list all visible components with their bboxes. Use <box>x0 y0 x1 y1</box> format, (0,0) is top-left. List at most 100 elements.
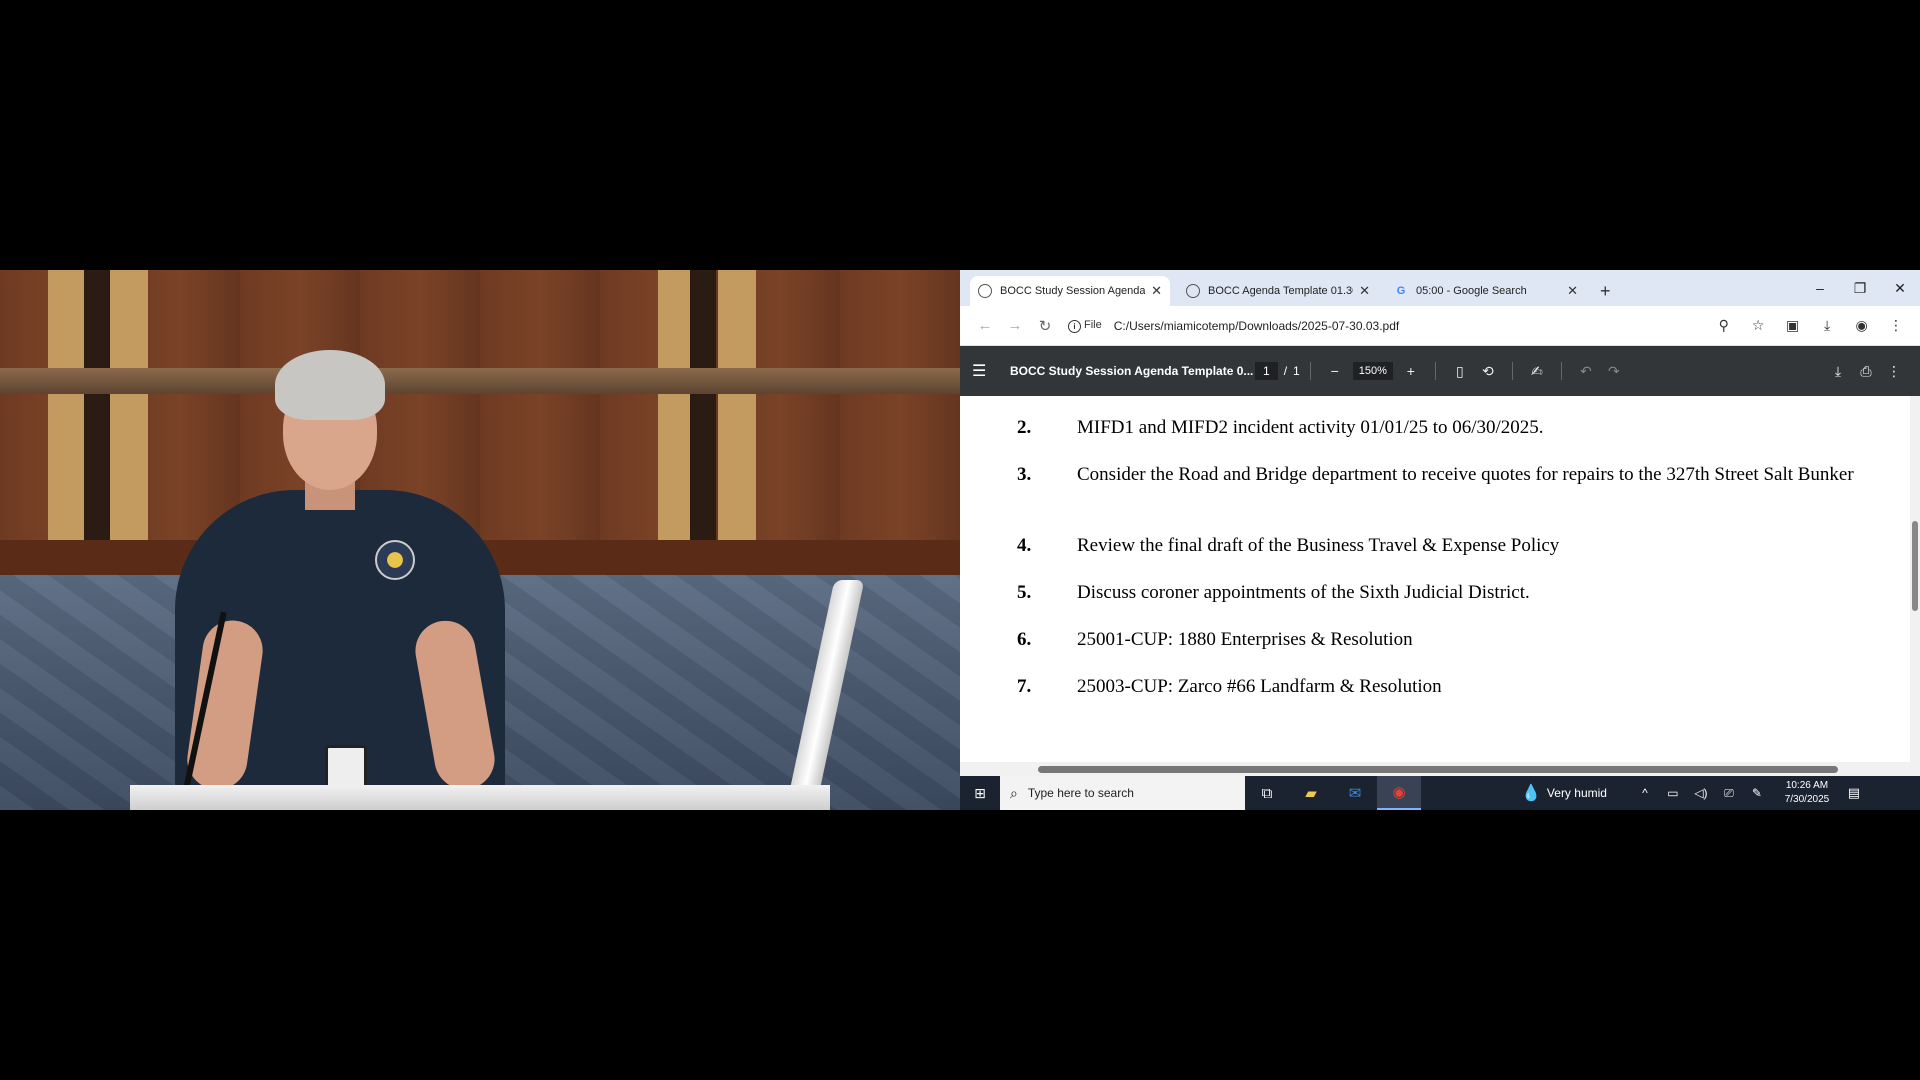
pdf-actions: ⤓ ⎙ ⋮ <box>1824 363 1908 380</box>
shared-screen: BOCC Study Session Agenda Te ✕ BOCC Agen… <box>960 270 1920 810</box>
page-number-input[interactable]: 1 <box>1255 362 1278 380</box>
tab-bocc-study-session[interactable]: BOCC Study Session Agenda Te ✕ <box>970 276 1170 306</box>
agenda-item: 5. Discuss coroner appointments of the S… <box>1017 581 1877 605</box>
agenda-item: 2. MIFD1 and MIFD2 incident activity 01/… <box>1017 416 1877 440</box>
agenda-item: 4. Review the final draft of the Busines… <box>1017 534 1877 558</box>
shirt-logo <box>375 540 415 580</box>
notifications-icon[interactable]: ▤ <box>1837 785 1871 801</box>
item-number: 2. <box>1017 417 1032 438</box>
item-number: 7. <box>1017 676 1032 697</box>
volume-icon[interactable]: ◁) <box>1687 786 1715 801</box>
outlook-icon[interactable]: ✉ <box>1333 776 1377 810</box>
more-menu-icon[interactable]: ⋮ <box>1882 317 1910 334</box>
sidepanel-icon[interactable]: ▣ <box>1779 317 1807 334</box>
item-text: MIFD1 and MIFD2 incident activity 01/01/… <box>1077 417 1544 438</box>
window-controls: – ❐ ✕ <box>1800 270 1920 306</box>
agenda-item: 7. 25003-CUP: Zarco #66 Landfarm & Resol… <box>1017 675 1877 699</box>
clock-date: 7/30/2025 <box>1784 794 1830 805</box>
address-bar: ← → ↻ i File C:/Users/miamicotemp/Downloa… <box>960 306 1920 346</box>
agenda-item: 6. 25001-CUP: 1880 Enterprises & Resolut… <box>1017 628 1877 652</box>
tab-label: 05:00 - Google Search <box>1416 285 1527 297</box>
wall-panel-dark <box>84 270 110 540</box>
annotate-icon[interactable]: ✍ <box>1523 363 1551 380</box>
divider <box>1511 362 1513 380</box>
task-view-icon[interactable]: ⧉ <box>1245 776 1289 810</box>
tab-label: BOCC Agenda Template 01.30. <box>1208 285 1353 297</box>
chrome-icon[interactable]: ◉ <box>1377 776 1421 810</box>
page-total: 1 <box>1293 364 1300 378</box>
restore-icon[interactable]: ❐ <box>1840 270 1880 306</box>
pdf-download-icon[interactable]: ⤓ <box>1824 363 1852 380</box>
pdf-more-icon[interactable]: ⋮ <box>1880 363 1908 380</box>
google-icon: G <box>1396 285 1406 297</box>
new-tab-button[interactable]: + <box>1600 276 1611 306</box>
wall-panel <box>718 270 756 570</box>
rotate-icon[interactable]: ⟲ <box>1474 363 1502 380</box>
file-explorer-icon[interactable]: ▰ <box>1289 776 1333 810</box>
clock[interactable]: 10:26 AM 7/30/2025 <box>1777 779 1837 807</box>
item-text: Review the final draft of the Business T… <box>1077 535 1560 556</box>
address-bar-actions: ⚲ ☆ ▣ ⤓ ◉ ⋮ <box>1708 317 1910 335</box>
profile-icon[interactable]: ◉ <box>1848 317 1876 334</box>
zoom-level-input[interactable]: 150% <box>1352 362 1393 380</box>
info-icon: i <box>1068 319 1081 333</box>
vertical-scrollbar[interactable] <box>1910 396 1920 776</box>
taskbar-search-input[interactable]: ⌕ Type here to search <box>1000 776 1245 810</box>
reload-icon[interactable]: ↻ <box>1030 317 1060 335</box>
weather-widget[interactable]: 💧 Very humid <box>1521 783 1607 803</box>
redo-icon[interactable]: ↷ <box>1600 363 1628 380</box>
search-icon: ⌕ <box>1010 784 1018 801</box>
menu-icon[interactable]: ☰ <box>972 361 1002 381</box>
minimize-icon[interactable]: – <box>1800 270 1840 306</box>
wall-panel-dark <box>690 270 716 540</box>
fit-page-icon[interactable]: ▯ <box>1446 363 1474 380</box>
scheme-label: File <box>1084 318 1102 331</box>
tab-bocc-agenda-template[interactable]: BOCC Agenda Template 01.30. ✕ <box>1178 276 1378 306</box>
wall-panel <box>110 270 148 570</box>
water-drop-icon: 💧 <box>1521 785 1541 802</box>
bookmark-star-icon[interactable]: ☆ <box>1744 317 1772 334</box>
zoom-icon[interactable]: ⚲ <box>1710 317 1738 334</box>
podium <box>130 785 830 810</box>
back-icon[interactable]: ← <box>970 317 1000 334</box>
print-icon[interactable]: ⎙ <box>1852 363 1880 380</box>
close-icon[interactable]: ✕ <box>1567 283 1578 299</box>
pdf-toolbar: ☰ BOCC Study Session Agenda Template 0..… <box>960 346 1920 396</box>
download-icon[interactable]: ⤓ <box>1813 317 1841 334</box>
tab-google-search[interactable]: G 05:00 - Google Search ✕ <box>1386 276 1586 306</box>
scrollbar-thumb[interactable] <box>1038 766 1838 773</box>
item-number: 5. <box>1017 582 1032 603</box>
divider <box>1309 362 1311 380</box>
network-icon[interactable]: ⎚ <box>1715 786 1743 801</box>
weather-text: Very humid <box>1546 786 1607 800</box>
zoom-in-icon[interactable]: + <box>1397 363 1425 379</box>
horizontal-scrollbar[interactable] <box>960 762 1910 776</box>
site-info[interactable]: i File <box>1068 319 1102 333</box>
chevron-up-icon[interactable]: ^ <box>1631 786 1659 801</box>
item-text: 25001-CUP: 1880 Enterprises & Resolution <box>1077 629 1413 650</box>
agenda-item: 3. Consider the Road and Bridge departme… <box>1017 463 1877 487</box>
item-number: 4. <box>1017 535 1032 556</box>
battery-icon[interactable]: ▭ <box>1659 786 1687 801</box>
url-field[interactable]: i File C:/Users/miamicotemp/Downloads/202… <box>1068 319 1708 333</box>
close-icon[interactable]: ✕ <box>1359 283 1370 299</box>
scrollbar-thumb[interactable] <box>1912 521 1918 611</box>
item-number: 6. <box>1017 629 1032 650</box>
forward-icon[interactable]: → <box>1000 317 1030 334</box>
item-text: Discuss coroner appointments of the Sixt… <box>1077 582 1530 603</box>
hair <box>275 350 385 420</box>
clock-time: 10:26 AM <box>1785 780 1829 791</box>
close-icon[interactable]: ✕ <box>1151 283 1162 299</box>
zoom-out-icon[interactable]: − <box>1321 363 1349 379</box>
undo-icon[interactable]: ↶ <box>1572 363 1600 380</box>
pdf-title: BOCC Study Session Agenda Template 0... <box>1010 364 1254 378</box>
item-text: Consider the Road and Bridge department … <box>1077 464 1854 485</box>
tab-label: BOCC Study Session Agenda Te <box>1000 285 1145 297</box>
windows-start-icon[interactable]: ⊞ <box>960 776 1000 810</box>
url-text: C:/Users/miamicotemp/Downloads/2025-07-3… <box>1113 318 1400 333</box>
close-window-icon[interactable]: ✕ <box>1880 270 1920 306</box>
windows-taskbar: ⊞ ⌕ Type here to search ⧉ ▰ ✉ ◉ 💧 Very h… <box>960 776 1920 810</box>
pen-icon[interactable]: ✎ <box>1743 786 1771 801</box>
pdf-document: 2. MIFD1 and MIFD2 incident activity 01/… <box>960 396 1920 766</box>
search-placeholder: Type here to search <box>1027 786 1134 800</box>
